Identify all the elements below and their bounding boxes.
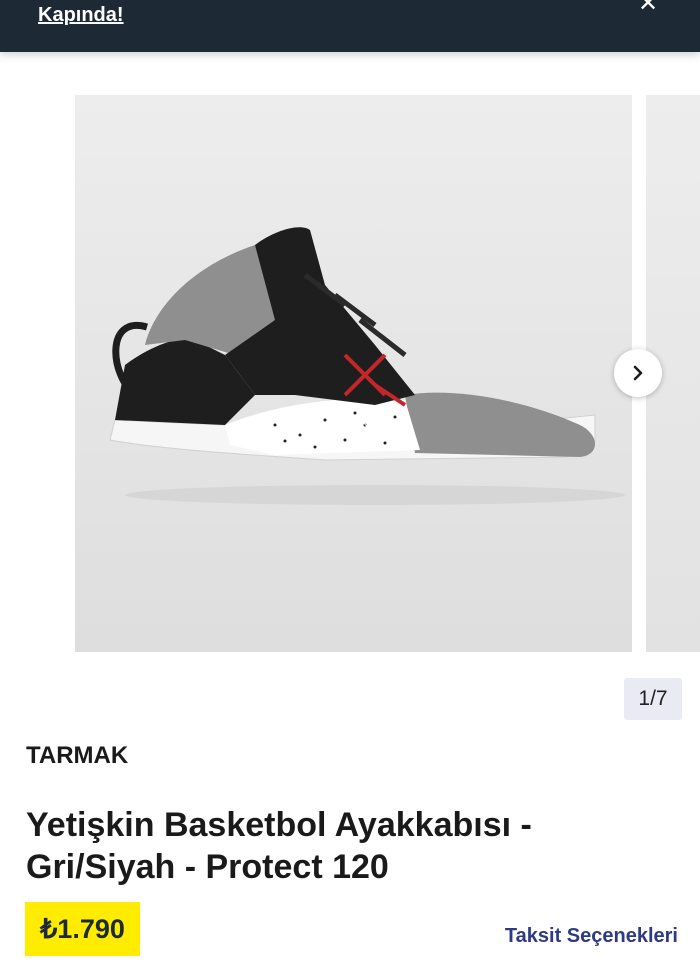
product-image[interactable]: WEB LOCK: [75, 95, 632, 652]
product-title-line2: Gri/Siyah - Protect 120: [26, 848, 389, 886]
price-badge: ₺1.790: [25, 902, 140, 956]
installment-options-link[interactable]: Taksit Seçenekleri: [505, 925, 678, 948]
promo-banner: Kapında! ✕: [0, 0, 700, 52]
chevron-right-icon: [633, 365, 643, 381]
image-counter: 1/7: [624, 678, 682, 720]
product-image-carousel[interactable]: WEB LOCK: [0, 52, 700, 672]
product-title-line1: Yetişkin Basketbol Ayakkabısı -: [26, 806, 532, 844]
shoe-image: WEB LOCK: [109, 227, 625, 505]
next-image-button[interactable]: [614, 349, 662, 397]
banner-link[interactable]: Kapında!: [38, 4, 124, 27]
product-title: Yetişkin Basketbol Ayakkabısı - Gri/Siya…: [26, 804, 626, 888]
close-icon[interactable]: ✕: [636, 0, 660, 16]
product-brand[interactable]: TARMAK: [26, 742, 128, 770]
